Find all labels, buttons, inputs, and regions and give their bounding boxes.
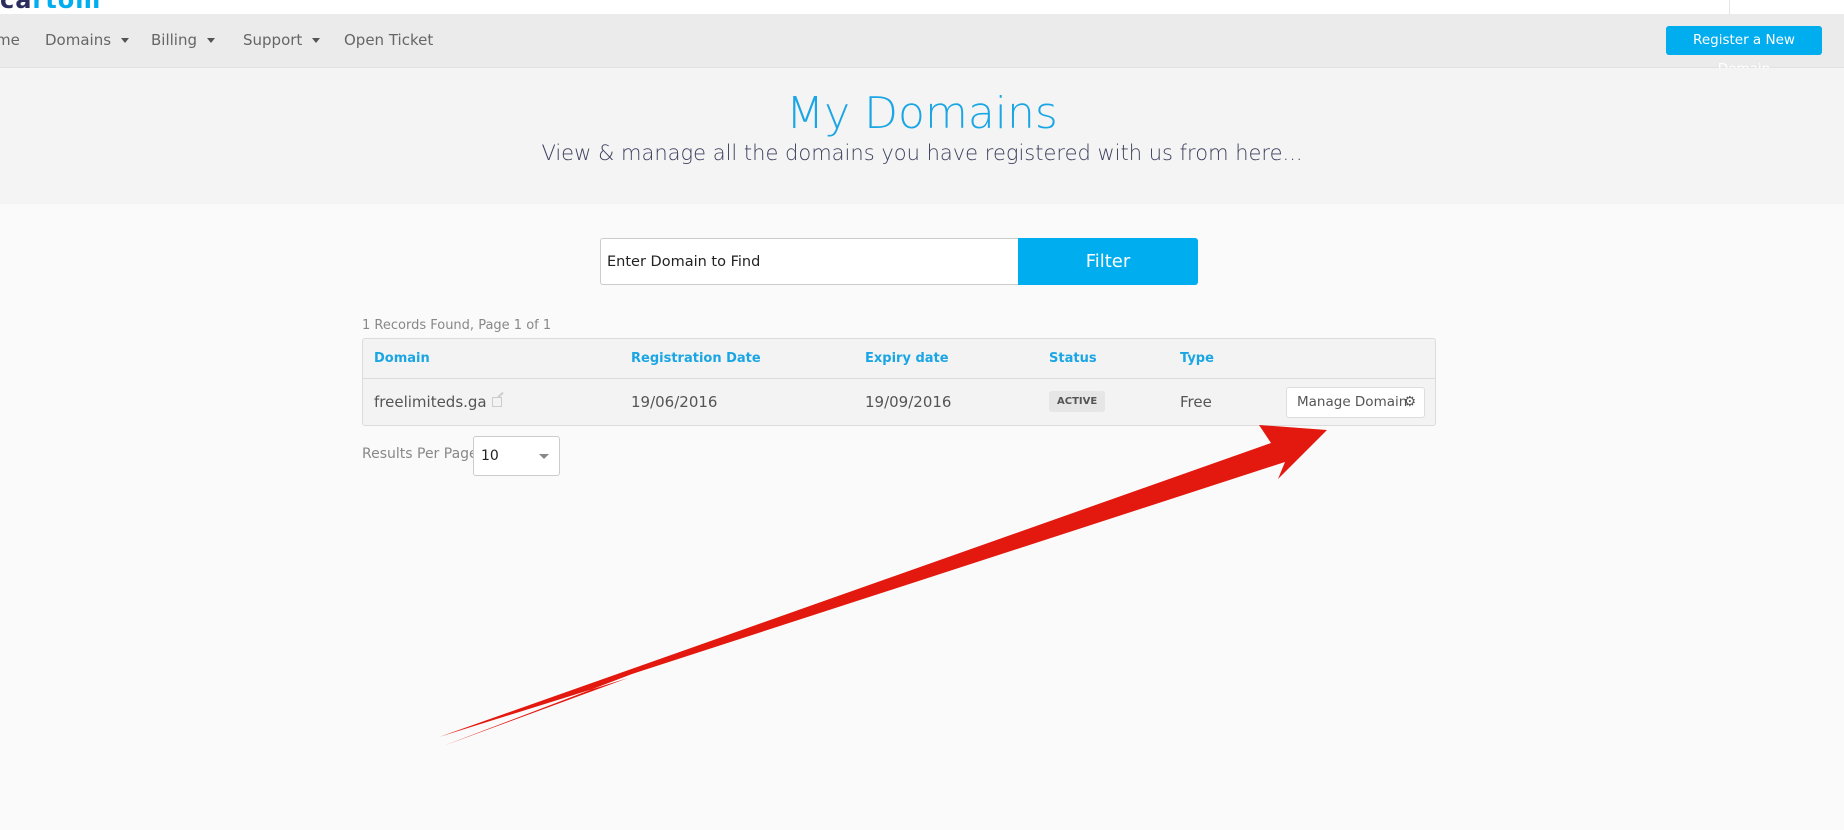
type-cell: Free <box>1180 393 1212 411</box>
nav-item-domains[interactable]: Domains <box>45 14 130 67</box>
external-link-icon[interactable] <box>491 396 502 407</box>
caret-down-icon <box>207 38 215 43</box>
domain-cell[interactable]: freelimiteds.ga <box>374 378 502 426</box>
domain-link[interactable]: freelimiteds.ga <box>374 393 487 411</box>
manage-domain-button[interactable]: Manage Domain ⚙ <box>1286 387 1425 418</box>
header-divider <box>1729 0 1730 14</box>
main-nav: me Domains Billing Support Open Ticket R… <box>0 14 1844 77</box>
column-header-status[interactable]: Status <box>1049 339 1097 378</box>
results-per-page-label: Results Per Page: <box>362 446 483 462</box>
column-header-type[interactable]: Type <box>1180 339 1214 378</box>
expiry-date-cell: 19/09/2016 <box>865 393 952 411</box>
annotation-arrow-shape <box>439 425 1327 746</box>
page-title: My Domains <box>786 88 1058 139</box>
logo[interactable]: cartom <box>0 0 101 14</box>
register-domain-button[interactable]: Register a New Domain <box>1666 26 1822 77</box>
column-header-registration-date[interactable]: Registration Date <box>631 339 761 378</box>
caret-down-icon <box>312 38 321 43</box>
nav-item-support[interactable]: Support <box>243 14 321 67</box>
page-header: My Domains View & manage all the domains… <box>0 68 1844 204</box>
caret-down-icon <box>539 454 549 459</box>
nav-item-billing[interactable]: Billing <box>151 14 215 67</box>
gear-icon: ⚙ <box>1403 394 1416 410</box>
results-per-page-select[interactable]: 10 <box>473 436 560 476</box>
records-summary: 1 Records Found, Page 1 of 1 <box>362 318 552 333</box>
column-header-domain[interactable]: Domain <box>374 339 430 378</box>
domains-table: Domain Registration Date Expiry date Sta… <box>362 338 1436 426</box>
page-subtitle: View & manage all the domains you have r… <box>541 141 1303 165</box>
nav-item-open-ticket[interactable]: Open Ticket <box>344 14 433 67</box>
domain-search-input[interactable] <box>600 238 1018 285</box>
caret-down-icon <box>121 38 130 43</box>
registration-date-cell: 19/06/2016 <box>631 393 718 411</box>
column-header-expiry-date[interactable]: Expiry date <box>865 339 949 378</box>
top-header <box>0 0 1844 14</box>
filter-button[interactable]: Filter <box>1018 238 1198 285</box>
table-header: Domain Registration Date Expiry date Sta… <box>363 339 1435 379</box>
nav-item-home[interactable]: me <box>0 14 20 67</box>
status-badge: ACTIVE <box>1049 391 1106 412</box>
